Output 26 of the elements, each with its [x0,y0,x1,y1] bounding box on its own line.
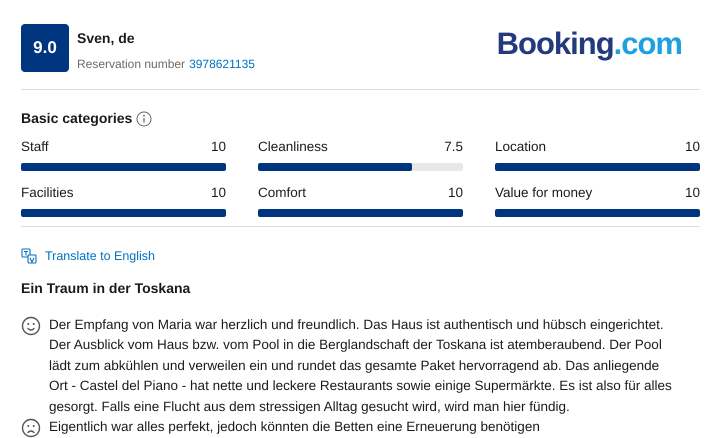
category-label: Value for money [495,184,592,202]
category-label: Location [495,138,546,156]
category-score: 10 [684,138,700,156]
reservation-number: 3978621135 [189,56,255,73]
category-score: 10 [448,184,463,202]
category-score: 7.5 [444,138,463,156]
category-score: 10 [684,184,700,202]
category-label: Staff [21,138,49,156]
category-label: Facilities [21,184,74,202]
sad-face-icon [21,418,41,438]
translate-link[interactable]: Translate to English [45,247,156,266]
section-title: Basic categories [21,109,132,128]
reservation-label: Reservation number [77,56,186,73]
smiley-face-icon [21,316,41,336]
translate-icon [21,248,37,264]
category-score: 10 [210,138,226,156]
review-title: Ein Traum in der Toskana [21,278,192,298]
review-comment: Der Empfang von Maria war herzlich und freundlich. Das Haus ist authentisch und hübsch eingerichtet. Der Ausblick vom Haus bzw. vom Pool in die Berglandschaft der Toskana ist atemberaubend. Der Pool lädt zum abkühlen und verweilen ein und rundet das gesamte Paket hervorragend ab. Das anliegende Ort - Castel del Piano - hat nette und leckere Restaurants sowie einige Supermärkte. Es ist also für alles gesorgt. Falls eine Flucht aus dem stressigen Alltag gesucht wird, wird man hier fündig. [49,316,673,416]
category-label: Cleanliness [258,138,328,156]
brand-logo: Booking.com [496,28,682,59]
category-score: 10 [210,184,226,202]
score-badge: 9.0 [21,24,69,72]
info-icon[interactable] [136,110,152,126]
review-comment: Eigentlich war alles perfekt, jedoch könnten die Betten eine Erneuerung benötigen [49,418,541,436]
category-label: Comfort [258,184,306,202]
reviewer-name: Sven, de [77,29,136,48]
